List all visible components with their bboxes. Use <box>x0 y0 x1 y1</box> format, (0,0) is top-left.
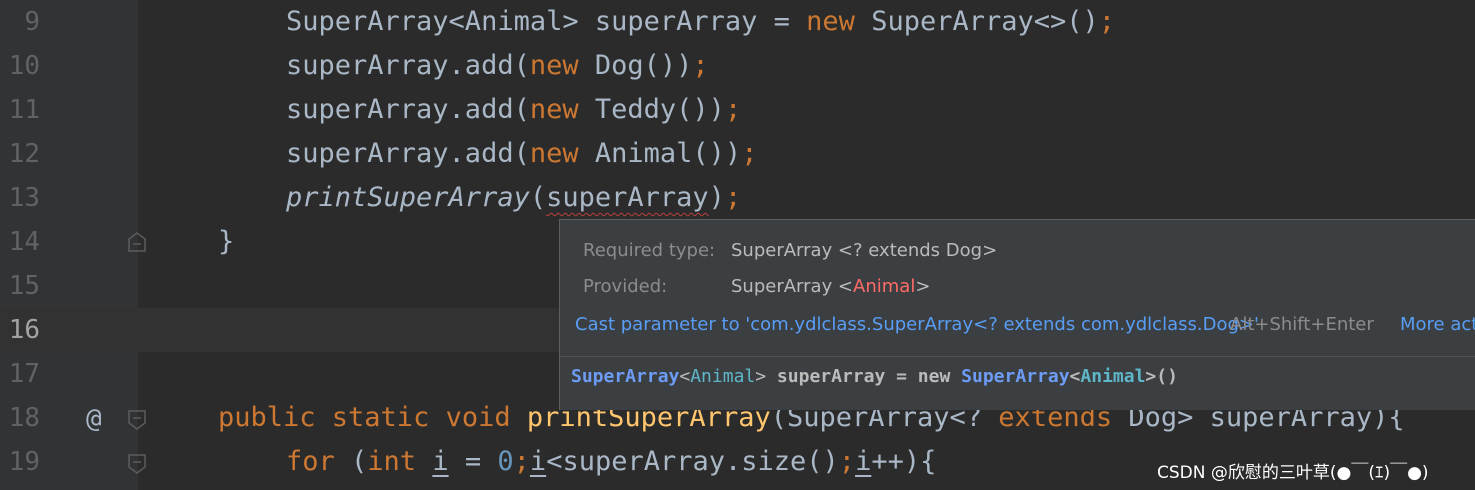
decl-lt: < <box>679 366 691 387</box>
line-number: 9 <box>24 7 40 37</box>
decl-type-arg: Animal <box>690 366 756 387</box>
error-highlight[interactable]: superArray <box>546 182 709 213</box>
provided-type-label: Provided: <box>583 276 668 297</box>
code-text: superArray.add(new Animal()); <box>286 138 758 169</box>
fold-start-icon[interactable] <box>128 454 146 474</box>
declaration-signature[interactable]: SuperArray<Animal> superArray = new Supe… <box>571 365 1178 389</box>
code-line[interactable]: 10 superArray.add(new Dog()); <box>0 44 1475 88</box>
code-line[interactable]: 13 printSuperArray(superArray); <box>0 176 1475 220</box>
code-text: SuperArray<Animal> superArray = new Supe… <box>286 6 1116 37</box>
provided-type-value-row: SuperArray <Animal> <box>731 275 930 299</box>
watermark: CSDN @欣慰的三叶草(●￣(ｴ)￣●) <box>1157 463 1429 483</box>
more-actions-row: More act <box>1400 313 1475 337</box>
line-number: 17 <box>8 359 40 389</box>
line-number: 18 <box>8 403 40 433</box>
line-number: 11 <box>8 95 40 125</box>
code-line[interactable]: 12 superArray.add(new Animal()); <box>0 132 1475 176</box>
decl-lt2: < <box>1069 366 1081 387</box>
line-number: 13 <box>8 183 40 213</box>
decl-type2: SuperArray <box>961 366 1070 387</box>
required-type-value: SuperArray <? extends Dog> <box>731 240 998 261</box>
decl-gt: > <box>755 366 767 387</box>
required-type-row: Required type: <box>583 239 715 263</box>
fold-start-icon[interactable] <box>128 410 146 430</box>
required-type-label: Required type: <box>583 240 716 261</box>
line-number: 12 <box>8 139 40 169</box>
code-text: for (int i = 0;i<superArray.size();i++){ <box>286 446 937 477</box>
override-marker-icon[interactable]: @ <box>86 402 112 436</box>
code-line[interactable]: 11 superArray.add(new Teddy()); <box>0 88 1475 132</box>
action-shortcut: Alt+Shift+Enter <box>1230 314 1374 335</box>
decl-type-arg2: Animal <box>1080 366 1146 387</box>
code-text: superArray.add(new Teddy()); <box>286 94 742 125</box>
provided-type-mismatch: Animal <box>853 276 916 297</box>
line-number: 14 <box>8 227 40 257</box>
provided-type-row: Provided: <box>583 275 667 299</box>
quick-fix-row: Cast parameter to 'com.ydlclass.SuperArr… <box>575 313 1259 337</box>
line-number: 19 <box>8 447 40 477</box>
provided-type-suffix: > <box>915 276 931 297</box>
cast-parameter-action[interactable]: Cast parameter to 'com.ydlclass.SuperArr… <box>575 314 1259 335</box>
decl-tail: >() <box>1145 366 1178 387</box>
code-text: superArray.add(new Dog()); <box>286 50 709 81</box>
decl-type: SuperArray <box>571 366 680 387</box>
type-mismatch-tooltip: Required type: SuperArray <? extends Dog… <box>559 219 1475 410</box>
code-line[interactable]: 9 SuperArray<Animal> superArray = new Su… <box>0 0 1475 44</box>
code-text: } <box>218 226 235 257</box>
more-actions-link[interactable]: More act <box>1400 314 1475 335</box>
fold-end-icon[interactable] <box>128 232 146 252</box>
line-number: 16 <box>8 315 40 345</box>
tooltip-divider <box>560 356 1475 357</box>
shortcut-row: Alt+Shift+Enter <box>1230 313 1374 337</box>
line-number: 15 <box>8 271 40 301</box>
provided-type-prefix: SuperArray < <box>731 276 854 297</box>
required-type-value-row: SuperArray <? extends Dog> <box>731 239 997 263</box>
code-text: printSuperArray(superArray); <box>286 182 742 213</box>
decl-rest: superArray = new <box>766 366 962 387</box>
line-number: 10 <box>8 51 40 81</box>
